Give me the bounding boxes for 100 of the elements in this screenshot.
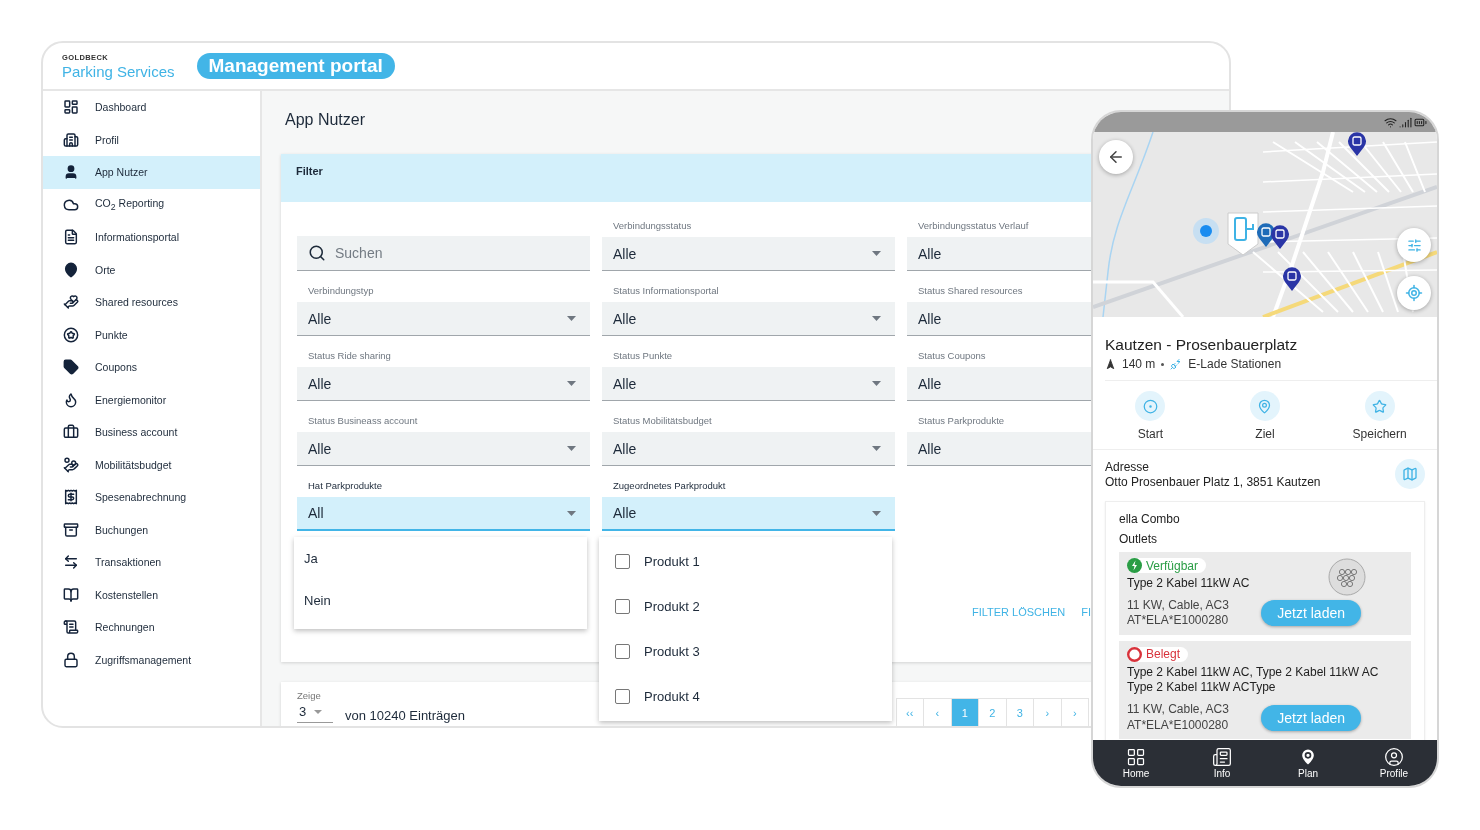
menu-item[interactable]: Produkt 4 xyxy=(644,689,700,704)
search-icon xyxy=(308,244,326,262)
page-size-select[interactable]: 3 xyxy=(297,701,333,723)
select-field[interactable]: Alle xyxy=(602,367,895,401)
action-button[interactable]: Start xyxy=(1105,391,1196,441)
hand-heart-icon xyxy=(63,294,79,311)
field-label: Status Informationsportal xyxy=(612,285,720,296)
sidebar-item[interactable]: Punkte xyxy=(43,318,260,351)
select-field[interactable]: Alle xyxy=(602,432,895,466)
sidebar-item[interactable]: App Nutzer xyxy=(43,156,260,189)
book-icon xyxy=(63,586,79,603)
select-field[interactable]: Alle xyxy=(602,237,895,271)
pin-icon xyxy=(1257,398,1273,414)
field-label: Status Coupons xyxy=(917,350,987,361)
sliders-icon xyxy=(1406,237,1422,253)
field-label: Verbindungsstatus xyxy=(612,220,693,231)
field-label: Status Ride sharing xyxy=(307,350,392,361)
sidebar-item[interactable]: Kostenstellen xyxy=(43,578,260,611)
menu-item[interactable]: Produkt 1 xyxy=(644,554,700,569)
sidebar-item[interactable]: Dashboard xyxy=(43,91,260,124)
briefcase-icon xyxy=(63,424,79,441)
outlet-specs: 11 KW, Cable, AC3 xyxy=(1127,597,1229,614)
sidebar-item[interactable]: Spesenabrechnung xyxy=(43,481,260,514)
checkbox[interactable] xyxy=(615,689,630,704)
field-label: Status Punkte xyxy=(612,350,674,361)
document-icon xyxy=(63,229,79,246)
location-dot-icon xyxy=(1193,218,1219,244)
nav-tab[interactable]: Home xyxy=(1101,740,1171,786)
select-field[interactable]: Alle xyxy=(297,302,590,336)
address-label: Adresse xyxy=(1105,459,1151,474)
checkbox[interactable] xyxy=(615,644,630,659)
section-label: Outlets xyxy=(1119,532,1158,546)
caret-icon xyxy=(567,316,576,321)
caret-icon xyxy=(567,446,576,451)
sidebar-item[interactable]: Transaktionen xyxy=(43,546,260,579)
sidebar-item[interactable]: Coupons xyxy=(43,351,260,384)
tag-icon xyxy=(63,359,79,376)
outlet-specs: 11 KW, Cable, AC3 xyxy=(1127,701,1229,718)
pin-icon xyxy=(63,261,79,278)
direction-icon xyxy=(1105,358,1116,370)
sidebar-item[interactable]: Energiemonitor xyxy=(43,383,260,416)
menu-item[interactable]: Produkt 2 xyxy=(644,599,700,614)
checkbox[interactable] xyxy=(615,599,630,614)
nav-tab[interactable]: Info xyxy=(1187,740,1257,786)
brand-name: Parking Services xyxy=(62,62,175,80)
charger-icon xyxy=(1170,358,1183,370)
list-icon xyxy=(63,619,79,636)
field-label: Verbindungsstatus Verlauf xyxy=(917,220,1030,231)
sidebar-item[interactable]: CO$_{2}$ Reporting xyxy=(43,188,260,221)
flame-icon xyxy=(63,391,79,408)
sidebar-item[interactable]: Orte xyxy=(43,253,260,286)
building-icon xyxy=(63,131,79,148)
distance-text: 140 m xyxy=(1122,357,1156,371)
select-field[interactable]: Alle xyxy=(907,432,1091,466)
action-button[interactable]: Ziel xyxy=(1220,391,1310,441)
select-field[interactable]: Alle xyxy=(907,302,1091,336)
caret-icon xyxy=(872,446,881,451)
select-field[interactable]: Alle xyxy=(602,302,895,336)
lock-icon xyxy=(63,651,79,668)
menu-item[interactable]: Produkt 3 xyxy=(644,644,700,659)
search-field[interactable]: Suchen xyxy=(297,236,590,271)
field-label: Zeige xyxy=(297,690,322,701)
checkbox[interactable] xyxy=(615,554,630,569)
caret-icon xyxy=(314,709,323,714)
hand-coins-icon xyxy=(63,456,79,473)
receipt-icon xyxy=(63,489,79,506)
place-title: Kautzen - Prosenbauerplatz xyxy=(1105,336,1299,354)
sidebar-item[interactable]: Mobilitätsbudget xyxy=(43,448,260,481)
status-chip: Verfügbar xyxy=(1127,558,1207,573)
nav-tab[interactable]: Plan xyxy=(1273,740,1343,786)
outlet-name: Type 2 Kabel 11kW AC xyxy=(1127,576,1251,592)
sidebar-item[interactable]: Zugriffsmanagement xyxy=(43,643,260,676)
select-field[interactable]: Alle xyxy=(297,432,590,466)
nav-tab[interactable]: Profile xyxy=(1359,740,1429,786)
station-name: ella Combo xyxy=(1119,512,1181,526)
sidebar-item[interactable]: Profil xyxy=(43,123,260,156)
field-label: Hat Parkprodukte xyxy=(307,480,383,491)
outlet-id: AT*ELA*E1000280 xyxy=(1127,717,1229,734)
action-button[interactable]: Speichern xyxy=(1334,391,1425,441)
entry-count: von 10240 Einträgen xyxy=(345,708,465,723)
select-field[interactable]: Alle xyxy=(907,237,1091,271)
wifi-icon xyxy=(1384,115,1397,129)
outlet-name: Type 2 Kabel 11kW AC, Type 2 Kabel 11kW AC Type 2 Kabel 11kW ACType xyxy=(1127,664,1380,696)
sidebar-item[interactable]: Shared resources xyxy=(43,286,260,319)
caret-icon xyxy=(872,381,881,386)
select-field[interactable]: Alle xyxy=(602,497,895,531)
person-icon xyxy=(63,164,79,181)
select-field[interactable]: Alle xyxy=(907,367,1091,401)
select-field[interactable]: All xyxy=(297,497,590,531)
menu-item[interactable]: Ja xyxy=(294,537,587,579)
caret-icon xyxy=(872,510,881,516)
sidebar-item[interactable]: Rechnungen xyxy=(43,611,260,644)
sidebar-item[interactable]: Buchungen xyxy=(43,513,260,546)
select-field[interactable]: Alle xyxy=(297,367,590,401)
sidebar-item[interactable]: Business account xyxy=(43,416,260,449)
target-icon xyxy=(1142,398,1158,414)
sidebar-item[interactable]: Informationsportal xyxy=(43,221,260,254)
field-label: Verbindungstyp xyxy=(307,285,375,296)
menu-item[interactable]: Nein xyxy=(294,579,587,621)
category-text: E-Lade Stationen xyxy=(1188,357,1282,371)
